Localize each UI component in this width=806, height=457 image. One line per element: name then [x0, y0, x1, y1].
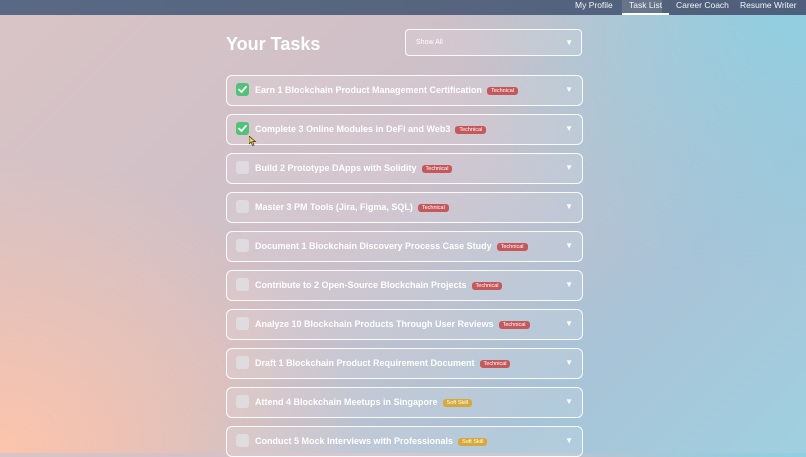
task-category-badge: Technical: [417, 203, 449, 212]
task-item[interactable]: Conduct 5 Mock Interviews with Professio…: [226, 426, 583, 457]
task-item[interactable]: Master 3 PM Tools (Jira, Figma, SQL) Tech…: [226, 192, 583, 223]
task-title: Earn 1 Blockchain Product Management Cer…: [255, 84, 483, 95]
nav-resume-writer[interactable]: Resume Writer: [740, 0, 797, 15]
task-item[interactable]: Earn 1 Blockchain Product Management Cer…: [226, 75, 583, 106]
task-category-badge: Technical: [471, 281, 503, 290]
task-label: Attend 4 Blockchain Meetups in Singapore…: [255, 397, 472, 407]
check-icon: [238, 124, 247, 132]
task-checkbox[interactable]: [236, 122, 249, 135]
task-label: Conduct 5 Mock Interviews with Professio…: [255, 435, 488, 446]
chevron-down-icon[interactable]: ▼: [565, 241, 573, 250]
chevron-down-icon[interactable]: ▼: [565, 163, 573, 172]
filter-dropdown[interactable]: Show All ▼: [405, 29, 582, 56]
chevron-down-icon[interactable]: ▼: [565, 358, 573, 367]
chevron-down-icon[interactable]: ▼: [565, 280, 573, 289]
chevron-down-icon[interactable]: ▼: [565, 319, 573, 328]
task-title: Analyze 10 Blockchain Products Through U…: [255, 318, 494, 329]
task-label: Contribute to 2 Open-Source Blockchain P…: [255, 279, 503, 290]
task-category-badge: Soft Skill: [458, 437, 488, 446]
task-category-badge: Soft Skill: [442, 398, 472, 407]
task-label: Draft 1 Blockchain Product Requirement D…: [255, 357, 511, 368]
nav-my-profile[interactable]: My Profile: [575, 0, 613, 15]
task-checkbox[interactable]: [236, 200, 249, 213]
task-item[interactable]: Complete 3 Online Modules in DeFi and We…: [226, 114, 583, 145]
task-checkbox[interactable]: [236, 83, 249, 96]
chevron-down-icon[interactable]: ▼: [565, 436, 573, 445]
task-checkbox[interactable]: [236, 356, 249, 369]
task-category-badge: Technical: [479, 359, 511, 368]
nav-task-list[interactable]: Task List: [621, 0, 670, 15]
task-item[interactable]: Draft 1 Blockchain Product Requirement D…: [226, 348, 583, 379]
task-title: Complete 3 Online Modules in DeFi and We…: [255, 123, 451, 134]
task-item[interactable]: Document 1 Blockchain Discovery Process …: [226, 231, 583, 262]
chevron-down-icon: ▼: [565, 38, 573, 47]
task-item[interactable]: Contribute to 2 Open-Source Blockchain P…: [226, 270, 583, 301]
page-title: Your Tasks: [226, 34, 321, 54]
check-icon: [238, 85, 247, 93]
task-title: Attend 4 Blockchain Meetups in Singapore: [255, 396, 438, 407]
nav-career-coach[interactable]: Career Coach: [676, 0, 729, 15]
task-checkbox[interactable]: [236, 317, 249, 330]
task-title: Contribute to 2 Open-Source Blockchain P…: [255, 279, 467, 290]
task-item[interactable]: Build 2 Prototype DApps with Solidity Tec…: [226, 153, 583, 184]
task-label: Earn 1 Blockchain Product Management Cer…: [255, 85, 518, 95]
task-category-badge: Technical: [496, 242, 528, 251]
chevron-down-icon[interactable]: ▼: [565, 202, 573, 211]
cursor-icon: [249, 136, 257, 146]
task-item[interactable]: Analyze 10 Blockchain Products Through U…: [226, 309, 583, 340]
task-checkbox[interactable]: [236, 278, 249, 291]
task-title: Document 1 Blockchain Discovery Process …: [255, 240, 492, 251]
chevron-down-icon[interactable]: ▼: [565, 397, 573, 406]
chevron-down-icon[interactable]: ▼: [565, 124, 573, 133]
task-category-badge: Technical: [487, 86, 518, 95]
task-label: Document 1 Blockchain Discovery Process …: [255, 241, 528, 251]
task-category-badge: Technical: [421, 164, 453, 173]
task-label: Master 3 PM Tools (Jira, Figma, SQL) Tech…: [255, 202, 449, 212]
task-label: Complete 3 Online Modules in DeFi and We…: [255, 123, 487, 134]
task-checkbox[interactable]: [236, 239, 249, 252]
task-item[interactable]: Attend 4 Blockchain Meetups in Singapore…: [226, 387, 583, 418]
task-category-badge: Technical: [455, 125, 487, 134]
task-label: Build 2 Prototype DApps with Solidity Tec…: [255, 162, 453, 173]
task-checkbox[interactable]: [236, 434, 249, 447]
chevron-down-icon[interactable]: ▼: [565, 85, 573, 94]
filter-value: Show All: [416, 39, 443, 46]
top-navigation-bar: My Profile Task List Career Coach Resume…: [0, 0, 806, 15]
task-title: Draft 1 Blockchain Product Requirement D…: [255, 357, 475, 368]
task-checkbox[interactable]: [236, 395, 249, 408]
task-title: Master 3 PM Tools (Jira, Figma, SQL): [255, 201, 413, 212]
task-checkbox[interactable]: [236, 161, 249, 174]
task-title: Conduct 5 Mock Interviews with Professio…: [255, 435, 454, 446]
task-category-badge: Technical: [498, 320, 530, 329]
task-label: Analyze 10 Blockchain Products Through U…: [255, 319, 530, 329]
task-title: Build 2 Prototype DApps with Solidity: [255, 162, 417, 173]
